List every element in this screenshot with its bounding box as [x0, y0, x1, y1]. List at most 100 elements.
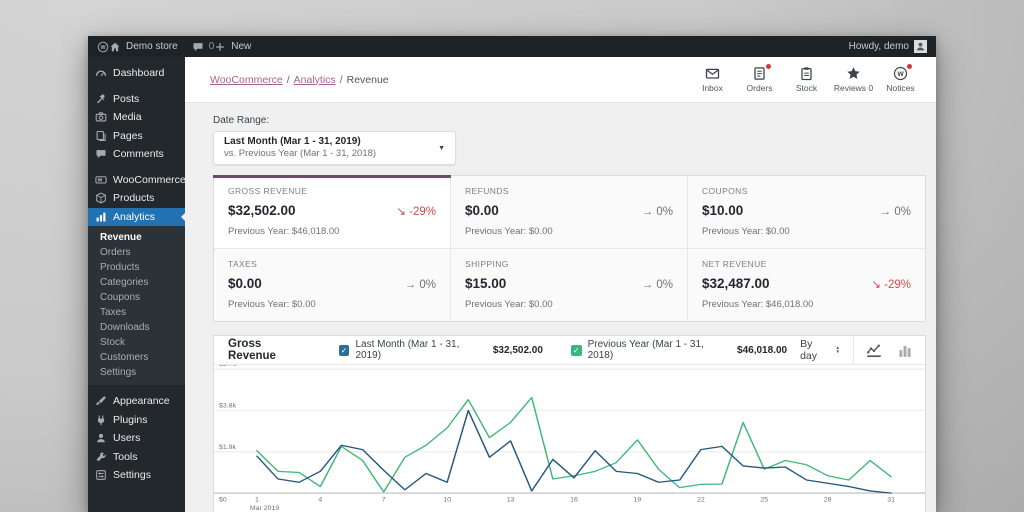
interval-value: By day: [800, 338, 818, 362]
chart-legend: ✓ Last Month (Mar 1 - 31, 2019) $32,502.00…: [338, 339, 787, 361]
users-icon: [95, 432, 107, 444]
sidebar-item-media[interactable]: Media: [88, 108, 185, 127]
submenu-item-stock[interactable]: Stock: [88, 335, 185, 350]
analytics-icon: [95, 211, 107, 223]
bar-chart-icon[interactable]: [897, 343, 913, 358]
breadcrumb-woocommerce[interactable]: WooCommerce: [210, 74, 283, 86]
tile-delta: ↘ -29%: [396, 206, 436, 218]
sidebar-item-label: Settings: [113, 469, 151, 482]
content-area: WooCommerce / Analytics / Revenue Inbox Order…: [185, 57, 936, 512]
date-range-label: Date Range:: [213, 115, 270, 126]
x-tick-label: 4: [318, 497, 322, 503]
summary-tile-refunds[interactable]: REFUNDS $0.00 → 0% Previous Year: $0.00: [451, 176, 688, 249]
svg-text:W: W: [100, 44, 106, 50]
unread-badge: [907, 64, 912, 69]
sidebar-item-woocommerce[interactable]: WooCommerce: [88, 171, 185, 190]
tile-label: COUPONS: [702, 186, 748, 196]
home-icon: [109, 41, 121, 53]
wordpress-admin-window: W Demo store 0 New Howdy, demo Dashboard…: [88, 36, 936, 512]
legend-item-0[interactable]: ✓ Last Month (Mar 1 - 31, 2019) $32,502.00: [338, 339, 543, 361]
chart-panel: Gross Revenue ✓ Last Month (Mar 1 - 31, 2…: [213, 335, 926, 512]
summary-tile-gross-revenue[interactable]: GROSS REVENUE $32,502.00 ↘ -29% Previous Ye…: [213, 175, 451, 249]
submenu-item-products[interactable]: Products: [88, 260, 185, 275]
chart-title: Gross Revenue: [228, 338, 276, 362]
sidebar-item-label: Users: [113, 432, 141, 445]
submenu-item-customers[interactable]: Customers: [88, 350, 185, 365]
sidebar-item-users[interactable]: Users: [88, 429, 185, 448]
tile-value-row: $32,502.00 ↘ -29%: [228, 203, 436, 218]
stock-icon: [799, 66, 814, 81]
submenu-item-revenue[interactable]: Revenue: [88, 230, 185, 245]
sidebar-item-tools[interactable]: Tools: [88, 448, 185, 467]
tile-label: SHIPPING: [465, 259, 509, 269]
summary-tile-coupons[interactable]: COUPONS $10.00 → 0% Previous Year: $0.00: [688, 176, 925, 249]
sidebar-item-settings[interactable]: Settings: [88, 466, 185, 485]
breadcrumb: WooCommerce / Analytics / Revenue: [210, 74, 389, 86]
activity-inbox-button[interactable]: Inbox: [689, 66, 736, 93]
chart-header: Gross Revenue ✓ Last Month (Mar 1 - 31, 2…: [214, 336, 925, 365]
account-menu[interactable]: Howdy, demo: [849, 40, 927, 53]
avatar: [914, 40, 927, 53]
sidebar-item-label: Posts: [113, 92, 140, 105]
interval-select[interactable]: By day ▲ ▼: [787, 336, 853, 364]
tile-previous-value: Previous Year: $0.00: [702, 226, 790, 237]
summary-tiles: GROSS REVENUE $32,502.00 ↘ -29% Previous Ye…: [213, 175, 926, 322]
date-range-dropdown[interactable]: Last Month (Mar 1 - 31, 2019) vs. Previo…: [213, 131, 456, 165]
site-link[interactable]: Demo store: [109, 41, 178, 53]
new-content-menu[interactable]: New: [214, 41, 251, 53]
wp-admin-bar: W Demo store 0 New Howdy, demo: [88, 36, 936, 57]
activity-stock-button[interactable]: Stock: [783, 66, 830, 93]
date-range-value: Last Month (Mar 1 - 31, 2019) vs. Previo…: [224, 135, 438, 160]
submenu-item-settings[interactable]: Settings: [88, 365, 185, 380]
breadcrumb-separator: /: [339, 73, 343, 86]
submenu-item-downloads[interactable]: Downloads: [88, 320, 185, 335]
summary-tile-taxes[interactable]: TAXES $0.00 → 0% Previous Year: $0.00: [214, 249, 451, 321]
tile-delta: ↘ -29%: [871, 279, 911, 291]
activity-orders-button[interactable]: Orders: [736, 64, 783, 93]
tile-delta: → 0%: [641, 279, 673, 291]
sidebar-item-analytics[interactable]: Analytics: [88, 207, 185, 226]
legend-item-1[interactable]: ✓ Previous Year (Mar 1 - 31, 2018) $46,018…: [570, 339, 787, 361]
wp-logo-menu[interactable]: W: [97, 41, 109, 53]
posts-icon: [95, 93, 107, 105]
summary-tile-shipping[interactable]: SHIPPING $15.00 → 0% Previous Year: $0.00: [451, 249, 688, 321]
comments-shortcut[interactable]: 0: [192, 41, 214, 53]
checkbox-icon: ✓: [570, 344, 582, 356]
tile-value-row: $10.00 → 0%: [702, 203, 911, 218]
sidebar-item-appearance[interactable]: Appearance: [88, 392, 185, 411]
summary-tile-net-revenue[interactable]: NET REVENUE $32,487.00 ↘ -29% Previous Year…: [688, 249, 925, 321]
x-tick-label: 22: [697, 497, 705, 503]
activity-reviews-button[interactable]: Reviews 0: [830, 66, 877, 93]
tile-value-row: $0.00 → 0%: [465, 203, 673, 218]
activity-label: Stock: [795, 83, 818, 93]
x-tick-label: 7: [382, 497, 386, 503]
plugins-icon: [95, 414, 107, 426]
legend-label: Last Month (Mar 1 - 31, 2019): [355, 339, 460, 361]
activity-notices-button[interactable]: W Notices: [877, 64, 924, 93]
chart-body: $0 $1.9k $3.8k $5.7k 1 4 7 10 13 16 19 22 25 28 31 Mar …: [214, 365, 925, 512]
sidebar-item-label: Analytics: [113, 210, 156, 223]
x-tick-label: 31: [887, 497, 895, 503]
sidebar-item-label: Media: [113, 111, 142, 124]
sidebar-item-comments[interactable]: Comments: [88, 145, 185, 164]
dashboard-icon: [95, 67, 107, 79]
sidebar-item-plugins[interactable]: Plugins: [88, 411, 185, 430]
submenu-item-orders[interactable]: Orders: [88, 245, 185, 260]
activity-label: Reviews 0: [833, 83, 874, 93]
x-tick-label: 1: [255, 497, 259, 503]
submenu-item-categories[interactable]: Categories: [88, 275, 185, 290]
admin-sidebar: Dashboard Posts Media Pages Comments WooComme…: [88, 57, 185, 512]
submenu-item-coupons[interactable]: Coupons: [88, 290, 185, 305]
tile-label: REFUNDS: [465, 186, 509, 196]
line-chart-icon[interactable]: [866, 343, 882, 358]
tile-value-row: $15.00 → 0%: [465, 276, 673, 291]
sidebar-item-dashboard[interactable]: Dashboard: [88, 64, 185, 83]
sidebar-item-products[interactable]: Products: [88, 189, 185, 208]
breadcrumb-separator: /: [286, 73, 290, 86]
sidebar-item-label: Dashboard: [113, 67, 165, 80]
sidebar-item-posts[interactable]: Posts: [88, 90, 185, 109]
sidebar-item-pages[interactable]: Pages: [88, 127, 185, 146]
breadcrumb-analytics[interactable]: Analytics: [294, 74, 336, 86]
submenu-item-taxes[interactable]: Taxes: [88, 305, 185, 320]
plus-icon: [214, 41, 226, 53]
